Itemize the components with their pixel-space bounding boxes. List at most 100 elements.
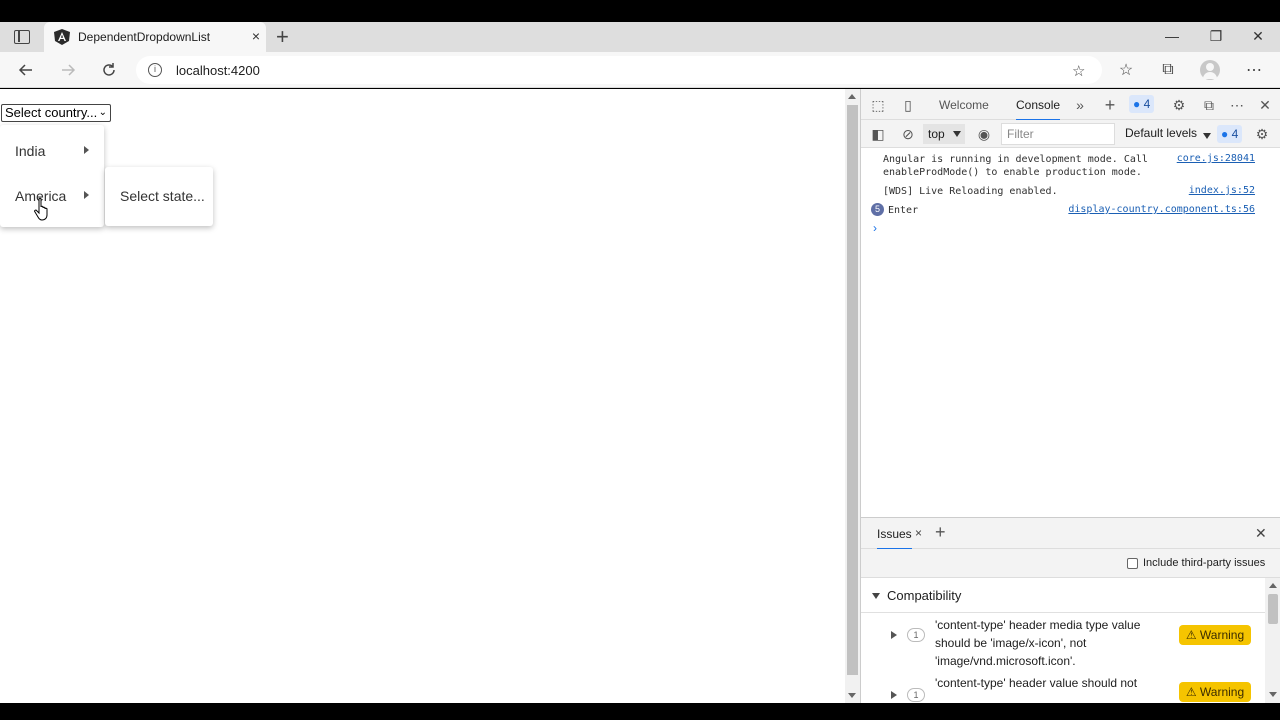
menu-item-india[interactable]: India bbox=[0, 129, 104, 174]
restore-button[interactable]: ❐ bbox=[1196, 22, 1236, 50]
tab-bar: DependentDropdownList × + bbox=[0, 22, 1280, 52]
sidebar-toggle-icon[interactable]: ◧ bbox=[869, 125, 887, 143]
hand-cursor-icon bbox=[34, 197, 48, 221]
site-info-icon[interactable]: i bbox=[148, 63, 162, 77]
minimize-button[interactable]: — bbox=[1152, 22, 1192, 50]
include-third-party-checkbox[interactable] bbox=[1127, 558, 1138, 569]
issue-text: 'content-type' header media type value s… bbox=[935, 618, 1141, 668]
navigation-bar: i localhost:4200 ☆ ☆ ⧉ ⋯ bbox=[0, 52, 1280, 88]
issues-scrollbar[interactable] bbox=[1265, 578, 1280, 703]
message-icon: ● bbox=[1133, 97, 1141, 111]
console-message: Enter bbox=[888, 205, 919, 216]
console-toolbar: ◧ ⊘ top ◉ Filter Default levels ● 4 ⚙ bbox=[861, 120, 1280, 148]
settings-more-icon[interactable]: ⋯ bbox=[1238, 52, 1270, 88]
dropdown-arrow-icon bbox=[1203, 133, 1211, 139]
menu-item-label: India bbox=[15, 143, 46, 159]
scroll-up-icon[interactable] bbox=[848, 94, 856, 99]
address-bar[interactable]: i localhost:4200 ☆ bbox=[136, 56, 1102, 84]
forward-arrow-icon[interactable] bbox=[52, 52, 84, 88]
expand-triangle-icon bbox=[872, 593, 880, 599]
tab-title: DependentDropdownList bbox=[78, 30, 211, 44]
devtools-panel: ⬚ ▯ Welcome Console » + ● 4 ⚙ ⧉ ⋯ ✕ ◧ ⊘ … bbox=[860, 89, 1280, 703]
page-viewport: Select country... ⌄ India America Select… bbox=[0, 89, 845, 703]
collections-icon[interactable]: ⧉ bbox=[1152, 52, 1184, 88]
more-tabs-icon[interactable]: » bbox=[1071, 96, 1089, 114]
scroll-down-icon[interactable] bbox=[1269, 692, 1277, 697]
warning-badge: ⚠ Warning bbox=[1179, 682, 1251, 702]
drawer-tab-bar: Issues × + ✕ bbox=[861, 517, 1280, 550]
tab-close-icon[interactable]: × bbox=[252, 29, 260, 43]
add-drawer-tab-icon[interactable]: + bbox=[935, 522, 946, 543]
device-emulation-icon[interactable]: ▯ bbox=[899, 96, 917, 114]
country-select-value: Select country... bbox=[5, 105, 98, 120]
inspect-element-icon[interactable]: ⬚ bbox=[869, 96, 887, 114]
scroll-up-icon[interactable] bbox=[1269, 583, 1277, 588]
console-message: Angular is running in development mode. … bbox=[883, 154, 1148, 178]
tab-actions-icon[interactable] bbox=[14, 30, 30, 44]
issue-text: 'content-type' header value should not bbox=[935, 678, 1138, 690]
profile-avatar[interactable] bbox=[1194, 52, 1226, 88]
reload-icon[interactable] bbox=[93, 52, 125, 88]
more-options-icon[interactable]: ⋯ bbox=[1228, 96, 1246, 114]
issues-toolbar: Include third-party issues bbox=[861, 549, 1280, 578]
source-link[interactable]: display-country.component.ts:56 bbox=[1068, 204, 1255, 215]
section-title: Compatibility bbox=[887, 588, 962, 603]
context-select[interactable]: top bbox=[923, 124, 965, 144]
devtools-tab-bar: ⬚ ▯ Welcome Console » + ● 4 ⚙ ⧉ ⋯ ✕ bbox=[861, 89, 1280, 121]
new-tab-button[interactable]: + bbox=[276, 24, 289, 50]
close-devtools-icon[interactable]: ✕ bbox=[1256, 96, 1274, 114]
menu-item-america[interactable]: America bbox=[0, 174, 104, 219]
message-icon: ● bbox=[1221, 127, 1229, 141]
chevron-down-icon: ⌄ bbox=[98, 107, 107, 118]
url-text: localhost:4200 bbox=[176, 63, 260, 78]
country-menu: India America bbox=[0, 125, 104, 227]
issues-list: Compatibility 1 'content-type' header me… bbox=[861, 578, 1265, 703]
log-levels-select[interactable]: Default levels bbox=[1125, 126, 1211, 140]
expand-arrow-icon bbox=[891, 631, 897, 639]
back-arrow-icon[interactable] bbox=[10, 52, 42, 88]
browser-tab[interactable]: DependentDropdownList × bbox=[44, 22, 266, 52]
issue-row[interactable]: 1 'content-type' header value should not… bbox=[861, 678, 1265, 703]
menu-item-select-state[interactable]: Select state... bbox=[120, 188, 205, 204]
console-settings-icon[interactable]: ⚙ bbox=[1253, 125, 1271, 143]
source-link[interactable]: index.js:52 bbox=[1189, 185, 1255, 196]
dropdown-arrow-icon bbox=[953, 131, 961, 137]
include-third-party-label: Include third-party issues bbox=[1143, 557, 1266, 569]
screen: DependentDropdownList × + — ❐ ✕ i localh… bbox=[0, 0, 1280, 720]
favorites-icon[interactable]: ☆ bbox=[1110, 52, 1142, 88]
country-select[interactable]: Select country... ⌄ bbox=[1, 104, 111, 122]
angular-logo-icon bbox=[54, 29, 70, 45]
live-expression-eye-icon[interactable]: ◉ bbox=[975, 125, 993, 143]
tab-console[interactable]: Console bbox=[1016, 98, 1061, 121]
close-drawer-icon[interactable]: ✕ bbox=[1255, 525, 1267, 542]
add-tab-icon[interactable]: + bbox=[1101, 96, 1119, 114]
scroll-down-icon[interactable] bbox=[848, 693, 856, 698]
submenu-arrow-icon bbox=[84, 146, 89, 154]
issues-badge[interactable]: ● 4 bbox=[1129, 95, 1155, 113]
scroll-thumb[interactable] bbox=[847, 105, 858, 675]
issue-count-badge: 1 bbox=[907, 688, 925, 702]
issue-row[interactable]: 1 'content-type' header media type value… bbox=[861, 614, 1265, 678]
settings-gear-icon[interactable]: ⚙ bbox=[1170, 96, 1188, 114]
close-issues-tab-icon[interactable]: × bbox=[915, 526, 922, 540]
add-favorite-icon[interactable]: ☆ bbox=[1072, 62, 1085, 80]
tab-issues[interactable]: Issues bbox=[877, 527, 912, 550]
console-issues-badge[interactable]: ● 4 bbox=[1217, 125, 1243, 143]
tab-welcome[interactable]: Welcome bbox=[939, 98, 989, 112]
compatibility-section[interactable]: Compatibility bbox=[861, 578, 1265, 613]
console-output: Angular is running in development mode. … bbox=[861, 149, 1280, 515]
state-menu: Select state... bbox=[105, 167, 213, 226]
console-prompt-icon[interactable]: › bbox=[873, 221, 877, 235]
console-message: [WDS] Live Reloading enabled. bbox=[883, 186, 1058, 197]
close-window-button[interactable]: ✕ bbox=[1238, 22, 1278, 50]
expand-arrow-icon bbox=[891, 691, 897, 699]
filter-input[interactable]: Filter bbox=[1001, 123, 1115, 145]
page-scrollbar[interactable] bbox=[845, 89, 860, 703]
scroll-thumb[interactable] bbox=[1268, 594, 1278, 624]
clear-console-icon[interactable]: ⊘ bbox=[899, 125, 917, 143]
warning-badge: ⚠ Warning bbox=[1179, 625, 1251, 645]
issue-count-badge: 1 bbox=[907, 628, 925, 642]
source-link[interactable]: core.js:28041 bbox=[1177, 153, 1255, 164]
submenu-arrow-icon bbox=[84, 191, 89, 199]
dock-icon[interactable]: ⧉ bbox=[1200, 96, 1218, 114]
